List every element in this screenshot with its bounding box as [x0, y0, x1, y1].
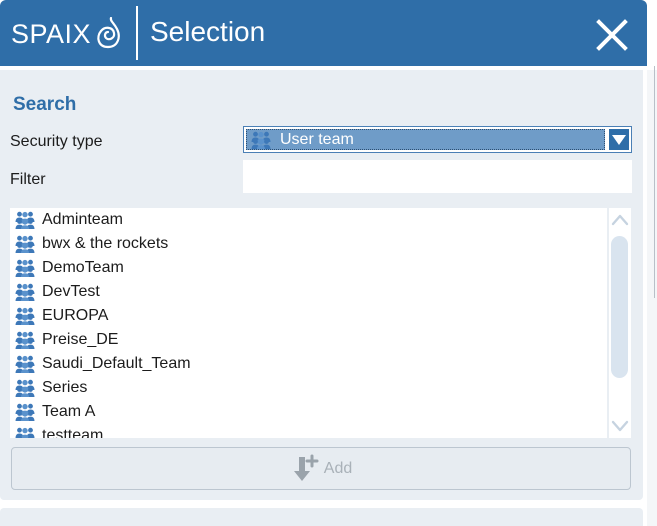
user-team-icon: [15, 427, 35, 438]
list-item[interactable]: DevTest: [10, 280, 607, 304]
user-team-icon: [251, 131, 271, 149]
search-section-title: Search: [13, 94, 77, 115]
list-item[interactable]: testteam: [10, 424, 607, 438]
dialog-header: SPAIX Selection: [0, 0, 647, 66]
spaix-logo: SPAIX: [11, 16, 123, 52]
logo-text: SPAIX: [11, 18, 92, 49]
team-list: Adminteam bwx & the rockets DemoTeam Dev…: [10, 208, 607, 438]
list-item[interactable]: Adminteam: [10, 208, 607, 232]
user-team-icon: [15, 355, 35, 373]
window-edge: [647, 70, 657, 526]
list-item[interactable]: Saudi_Default_Team: [10, 352, 607, 376]
user-team-icon: [15, 379, 35, 397]
user-team-icon: [15, 283, 35, 301]
list-item-label: EUROPA: [42, 307, 109, 324]
list-item[interactable]: DemoTeam: [10, 256, 607, 280]
swirl-logo-icon: [97, 17, 120, 49]
user-team-icon: [15, 211, 35, 229]
list-item[interactable]: bwx & the rockets: [10, 232, 607, 256]
user-team-icon: [15, 403, 35, 421]
scrollbar-thumb[interactable]: [611, 236, 628, 378]
security-type-value: User team: [280, 130, 354, 148]
filter-label: Filter: [10, 171, 46, 188]
list-item-label: bwx & the rockets: [42, 235, 169, 252]
list-item-label: Team A: [42, 403, 96, 420]
scroll-up-arrow-icon[interactable]: [610, 210, 630, 230]
list-item-label: Preise_DE: [42, 331, 119, 348]
list-scrollbar[interactable]: [609, 208, 631, 438]
next-panel: [0, 508, 643, 526]
list-item-label: Saudi_Default_Team: [42, 355, 191, 372]
add-down-arrow-icon: [293, 454, 319, 481]
add-button-label: Add: [323, 459, 353, 477]
list-item-label: DevTest: [42, 283, 100, 300]
scroll-down-arrow-icon[interactable]: [610, 416, 630, 436]
security-type-label: Security type: [10, 133, 103, 150]
list-item[interactable]: Preise_DE: [10, 328, 607, 352]
list-item-label: Series: [42, 379, 88, 396]
list-item-label: testteam: [42, 427, 104, 438]
list-item-label: DemoTeam: [42, 259, 124, 276]
list-item[interactable]: Team A: [10, 400, 607, 424]
security-type-select[interactable]: User team: [243, 126, 632, 153]
list-item-label: Adminteam: [42, 211, 123, 228]
filter-input[interactable]: [243, 160, 632, 193]
user-team-icon: [15, 235, 35, 253]
security-type-selected: User team: [246, 129, 605, 150]
window-edge-line: [654, 66, 655, 298]
dropdown-arrow-icon[interactable]: [608, 128, 630, 151]
close-icon[interactable]: [592, 15, 632, 55]
user-team-icon: [15, 331, 35, 349]
user-team-icon: [15, 259, 35, 277]
dialog-title: Selection: [150, 16, 266, 47]
list-item[interactable]: Series: [10, 376, 607, 400]
user-team-icon: [15, 307, 35, 325]
list-item[interactable]: EUROPA: [10, 304, 607, 328]
header-divider: [136, 6, 138, 60]
add-button[interactable]: Add: [11, 447, 631, 490]
